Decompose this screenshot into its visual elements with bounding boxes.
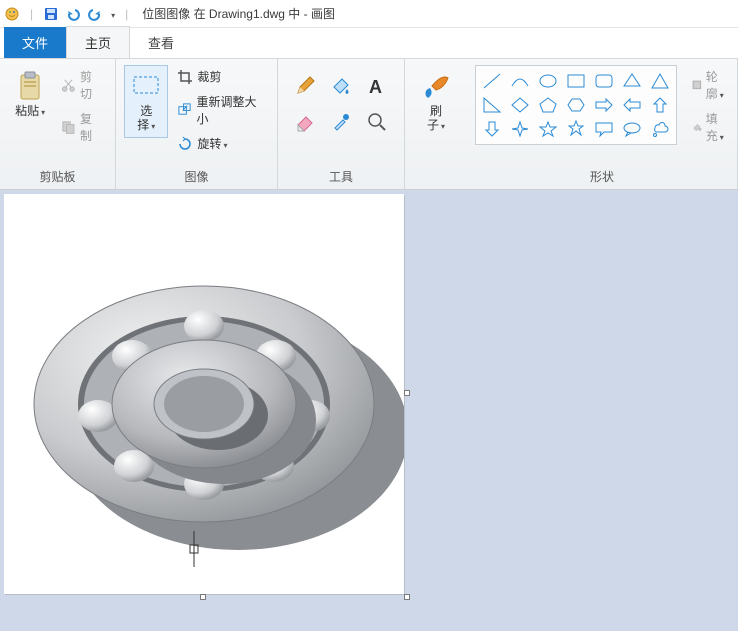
canvas[interactable] — [4, 194, 404, 594]
clipboard-group-label: 剪贴板 — [8, 164, 107, 187]
brush-label: 刷 子 — [427, 102, 445, 133]
eyedropper-tool[interactable] — [326, 107, 356, 137]
shape-roundrect[interactable] — [592, 70, 616, 92]
group-shapes: 轮廓 填充 形状 — [467, 59, 738, 189]
canvas-resize-handle-bottom[interactable] — [200, 594, 206, 600]
pencil-tool[interactable] — [290, 71, 320, 101]
tab-view[interactable]: 查看 — [130, 27, 192, 58]
clipboard-icon — [14, 70, 46, 102]
workspace — [0, 190, 738, 631]
paste-label: 粘贴 — [15, 102, 45, 118]
resize-label: 重新调整大小 — [196, 93, 264, 127]
canvas-resize-handle-right[interactable] — [404, 390, 410, 396]
copy-button[interactable]: 复制 — [56, 107, 107, 147]
shapes-gallery[interactable] — [475, 65, 677, 145]
fill-icon — [692, 119, 702, 135]
undo-icon[interactable] — [65, 6, 81, 22]
ribbon: 粘贴 剪切 复制 剪贴板 选 择 — [0, 58, 738, 190]
resize-button[interactable]: 重新调整大小 — [172, 90, 269, 130]
scissors-icon — [61, 77, 76, 93]
shape-right-triangle[interactable] — [480, 94, 504, 116]
shapes-group-label: 形状 — [475, 164, 729, 187]
qat-sep2: | — [121, 7, 132, 21]
redo-icon[interactable] — [87, 6, 103, 22]
fill-tool[interactable] — [326, 71, 356, 101]
group-tools: A 工具 — [278, 59, 405, 189]
selection-rect-icon — [130, 70, 162, 102]
shape-arrow-down[interactable] — [480, 118, 504, 140]
shape-rect[interactable] — [564, 70, 588, 92]
eraser-tool[interactable] — [290, 107, 320, 137]
crop-icon — [177, 69, 193, 85]
rotate-label: 旋转 — [197, 135, 227, 152]
crop-button[interactable]: 裁剪 — [172, 65, 269, 88]
shape-curve[interactable] — [508, 70, 532, 92]
shape-arrow-up[interactable] — [648, 94, 672, 116]
shape-arrow-right[interactable] — [592, 94, 616, 116]
shape-polygon[interactable] — [620, 70, 644, 92]
cut-button[interactable]: 剪切 — [56, 65, 107, 105]
shape-callout-cloud[interactable] — [648, 118, 672, 140]
qat-dropdown-icon[interactable] — [109, 7, 115, 21]
outline-icon — [692, 77, 702, 93]
svg-text:A: A — [369, 77, 382, 97]
title-bar: | | 位图图像 在 Drawing1.dwg 中 - 画图 — [0, 0, 738, 28]
shape-callout-round[interactable] — [620, 118, 644, 140]
copy-label: 复制 — [80, 110, 102, 144]
cut-label: 剪切 — [80, 68, 102, 102]
shape-hexagon[interactable] — [564, 94, 588, 116]
ribbon-tabs: 文件 主页 查看 — [0, 28, 738, 58]
shape-6star[interactable] — [564, 118, 588, 140]
canvas-content-bearing — [4, 194, 404, 594]
shape-outline-button[interactable]: 轮廓 — [687, 65, 729, 105]
shape-fill-button[interactable]: 填充 — [687, 107, 729, 147]
shape-oval[interactable] — [536, 70, 560, 92]
fill-label: 填充 — [706, 110, 724, 144]
shape-arrow-left[interactable] — [620, 94, 644, 116]
app-icon — [4, 6, 20, 22]
rotate-button[interactable]: 旋转 — [172, 132, 269, 155]
shape-5star[interactable] — [536, 118, 560, 140]
shape-triangle[interactable] — [648, 70, 672, 92]
canvas-resize-handle-corner[interactable] — [404, 594, 410, 600]
shape-pentagon[interactable] — [536, 94, 560, 116]
text-tool[interactable]: A — [362, 71, 392, 101]
magnifier-tool[interactable] — [362, 107, 392, 137]
group-clipboard: 粘贴 剪切 复制 剪贴板 — [0, 59, 116, 189]
qat-sep: | — [26, 7, 37, 21]
brush-button[interactable]: 刷 子 — [413, 65, 459, 138]
brush-group-spacer — [413, 167, 459, 187]
quick-access-toolbar: | | — [4, 6, 138, 22]
outline-label: 轮廓 — [706, 68, 724, 102]
save-icon[interactable] — [43, 6, 59, 22]
document-title: 位图图像 在 Drawing1.dwg 中 - 画图 — [138, 5, 335, 22]
group-brush: 刷 子 — [405, 59, 467, 189]
image-group-label: 图像 — [124, 164, 269, 187]
brush-icon — [420, 70, 452, 102]
shape-callout-rect[interactable] — [592, 118, 616, 140]
select-label: 选 择 — [137, 102, 155, 133]
copy-icon — [61, 119, 76, 135]
shape-diamond[interactable] — [508, 94, 532, 116]
shape-line[interactable] — [480, 70, 504, 92]
rotate-icon — [177, 136, 193, 152]
resize-icon — [177, 102, 192, 118]
tab-home[interactable]: 主页 — [66, 26, 130, 58]
paste-button[interactable]: 粘贴 — [8, 65, 52, 123]
tools-group-label: 工具 — [286, 164, 396, 187]
group-image: 选 择 裁剪 重新调整大小 旋转 图像 — [116, 59, 278, 189]
select-button[interactable]: 选 择 — [124, 65, 168, 138]
crop-label: 裁剪 — [197, 68, 221, 85]
shape-4star[interactable] — [508, 118, 532, 140]
tab-file[interactable]: 文件 — [4, 27, 66, 58]
